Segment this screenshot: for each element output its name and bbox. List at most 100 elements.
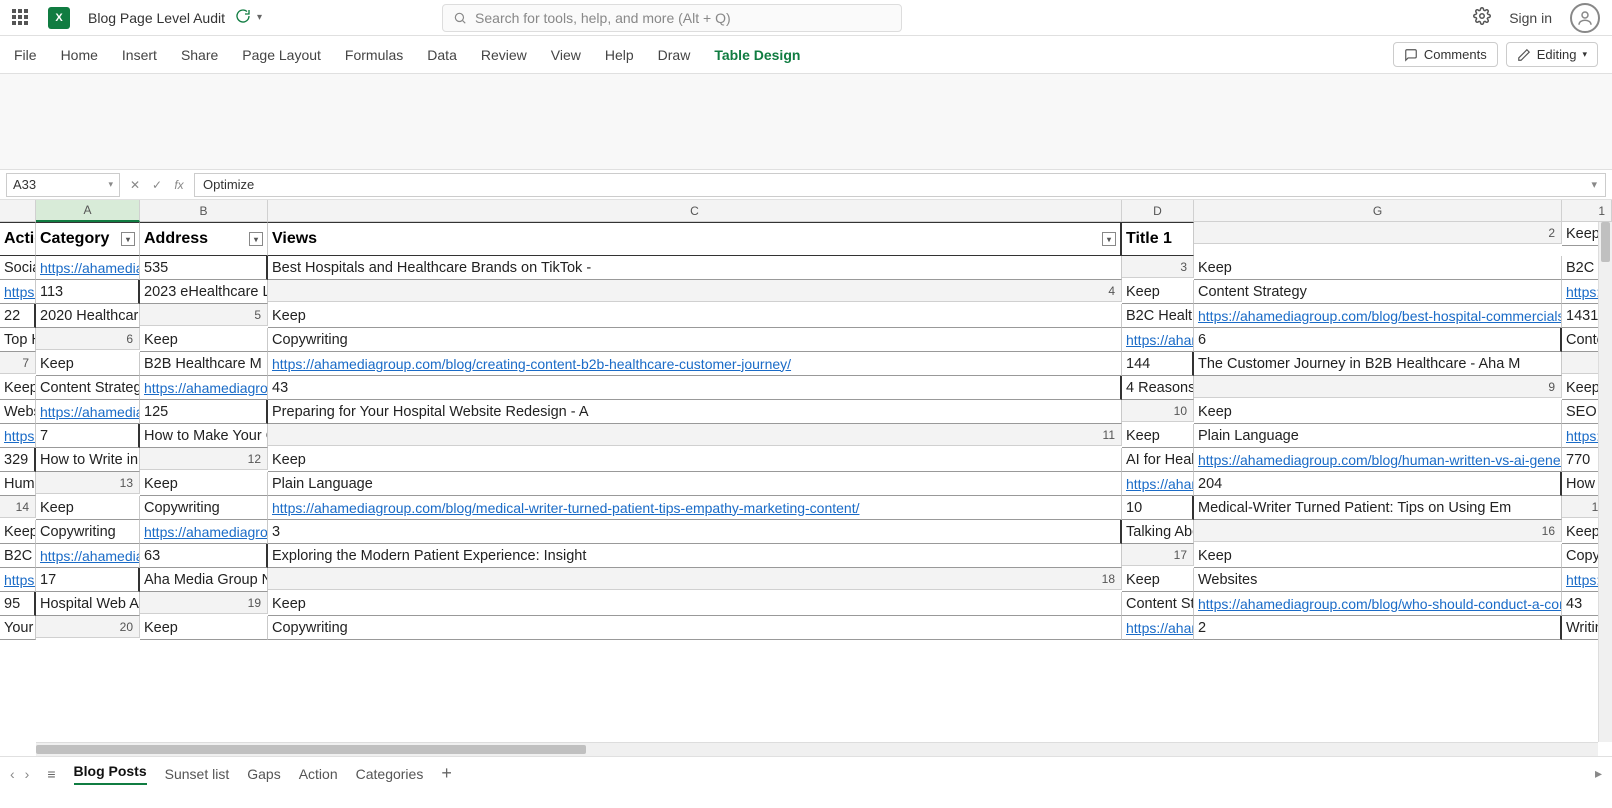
table-header[interactable]: Address▾ xyxy=(140,222,268,256)
row-header-13[interactable]: 13 xyxy=(36,472,140,494)
cell-views[interactable]: 22 xyxy=(0,304,36,328)
cancel-formula-icon[interactable]: ✕ xyxy=(126,176,144,194)
row-header-4[interactable]: 4 xyxy=(268,280,1122,302)
cell-views[interactable]: 10 xyxy=(1122,496,1194,520)
filter-dropdown-icon[interactable]: ▾ xyxy=(1102,232,1116,246)
cell-address[interactable]: https://ahamediagroup.com/blog/creating-… xyxy=(140,376,268,400)
row-header-10[interactable]: 10 xyxy=(1122,400,1194,422)
column-header-B[interactable]: B xyxy=(140,200,268,222)
cell-views[interactable]: 329 xyxy=(0,448,36,472)
add-sheet-button[interactable]: + xyxy=(441,763,452,784)
row-header-11[interactable]: 11 xyxy=(268,424,1122,446)
cell-views[interactable]: 2 xyxy=(1194,616,1562,640)
sheet-tab-blog-posts[interactable]: Blog Posts xyxy=(74,763,147,785)
sheet-nav-next-icon[interactable]: › xyxy=(25,766,30,782)
hyperlink[interactable]: https://ahamediagroup.com/blog/talking-a… xyxy=(144,524,268,540)
cell-address[interactable]: https://ahamediagroup.com/blog/importanc… xyxy=(1122,472,1194,496)
cell-title[interactable]: Preparing for Your Hospital Website Rede… xyxy=(268,400,1122,424)
cell-category[interactable]: Plain Language xyxy=(268,472,1122,496)
row-header-12[interactable]: 12 xyxy=(140,448,268,470)
cell-category[interactable]: Social Media xyxy=(0,256,36,280)
cell-action[interactable]: Keep xyxy=(1194,256,1562,280)
tab-formulas[interactable]: Formulas xyxy=(345,47,403,63)
formula-input[interactable]: Optimize ▾ xyxy=(194,173,1606,197)
cell-views[interactable]: 63 xyxy=(140,544,268,568)
cell-title[interactable]: How to Make Your Content Findable - Aha … xyxy=(140,424,268,448)
expand-formula-icon[interactable]: ▾ xyxy=(1591,178,1597,191)
cell-views[interactable]: 43 xyxy=(268,376,1122,400)
tab-share[interactable]: Share xyxy=(181,47,218,63)
cell-views[interactable]: 535 xyxy=(140,256,268,280)
cell-category[interactable]: Content Strategy xyxy=(1122,592,1194,616)
cell-address[interactable]: https://ahamediagroup.com/blog/writing-s… xyxy=(1122,616,1194,640)
cell-category[interactable]: B2C Healthcare M xyxy=(1122,304,1194,328)
row-header-19[interactable]: 19 xyxy=(140,592,268,614)
cell-action[interactable]: Keep xyxy=(140,616,268,640)
cell-category[interactable]: AI for Healthcare xyxy=(1122,448,1194,472)
table-header[interactable]: Views▾ xyxy=(268,222,1122,256)
cell-title[interactable]: Best Hospitals and Healthcare Brands on … xyxy=(268,256,1122,280)
cell-action[interactable]: Keep xyxy=(268,592,1122,616)
cell-category[interactable]: Content Strategy xyxy=(1194,280,1562,304)
accept-formula-icon[interactable]: ✓ xyxy=(148,176,166,194)
cell-views[interactable]: 144 xyxy=(1122,352,1194,376)
cell-title[interactable]: 2023 eHealthcare Leadership Awards - Aha… xyxy=(140,280,268,304)
cell-action[interactable]: Keep xyxy=(36,496,140,520)
cell-title[interactable]: The Customer Journey in B2B Healthcare -… xyxy=(1194,352,1562,376)
tab-table-design[interactable]: Table Design xyxy=(714,47,800,63)
cell-action[interactable]: Keep xyxy=(0,520,36,544)
comments-button[interactable]: Comments xyxy=(1393,42,1498,67)
cell-title[interactable]: Medical-Writer Turned Patient: Tips on U… xyxy=(1194,496,1562,520)
filter-dropdown-icon[interactable]: ▾ xyxy=(121,232,135,246)
tab-file[interactable]: File xyxy=(14,47,37,63)
row-header-7[interactable]: 7 xyxy=(0,352,36,374)
tab-insert[interactable]: Insert xyxy=(122,47,157,63)
cell-title[interactable]: Top Hospital Commercials of the Year - A… xyxy=(0,328,36,352)
hyperlink[interactable]: https://ahamediagroup.com/blog/who-shoul… xyxy=(1198,596,1562,612)
cell-title[interactable]: Human-Written vs. AI-Generated Healthcar… xyxy=(0,472,36,496)
tab-help[interactable]: Help xyxy=(605,47,634,63)
row-header-3[interactable]: 3 xyxy=(1122,256,1194,278)
sheet-tab-gaps[interactable]: Gaps xyxy=(247,766,280,782)
cell-title[interactable]: Hospital Web Analytics Tools to Know - A… xyxy=(36,592,140,616)
column-header-A[interactable]: A xyxy=(36,200,140,222)
editing-mode-button[interactable]: Editing ▾ xyxy=(1506,42,1598,67)
row-header-1[interactable]: 1 xyxy=(1562,200,1612,222)
cell-action[interactable]: Keep xyxy=(0,376,36,400)
table-header[interactable]: Title 1 xyxy=(1122,222,1194,256)
hyperlink[interactable]: https://ahamediagroup.com/blog/creating-… xyxy=(144,380,268,396)
hyperlink[interactable]: https://ahamediagroup.com/blog/content-e… xyxy=(1126,332,1194,348)
cell-category[interactable]: Copywriting xyxy=(140,496,268,520)
hyperlink[interactable]: https://ahamediagroup.com/blog/writing-s… xyxy=(1126,620,1194,636)
cell-views[interactable]: 204 xyxy=(1194,472,1562,496)
cell-action[interactable]: Keep xyxy=(140,328,268,352)
cell-address[interactable]: https://ahamediagroup.com/blog/2023-ehea… xyxy=(0,280,36,304)
name-box[interactable]: A33 ▾ xyxy=(6,173,120,197)
cell-category[interactable]: Content Strategy xyxy=(36,376,140,400)
cell-views[interactable]: 3 xyxy=(268,520,1122,544)
cell-views[interactable]: 6 xyxy=(1194,328,1562,352)
cell-address[interactable]: https://ahamediagroup.com/blog/talking-a… xyxy=(140,520,268,544)
cell-address[interactable]: https://ahamediagroup.com/blog/todays-pa… xyxy=(36,544,140,568)
row-header-6[interactable]: 6 xyxy=(36,328,140,350)
cell-address[interactable]: https://ahamediagroup.com/blog/hospital-… xyxy=(36,400,140,424)
cell-category[interactable]: B2B Healthcare M xyxy=(140,352,268,376)
cell-title[interactable]: Exploring the Modern Patient Experience:… xyxy=(268,544,1122,568)
save-status-icon[interactable] xyxy=(235,8,251,27)
cell-address[interactable]: https://ahamediagroup.com/blog/10-health… xyxy=(36,256,140,280)
hyperlink[interactable]: https://ahamediagroup.com/blog/how-to-ma… xyxy=(4,428,36,444)
cell-action[interactable]: Keep xyxy=(1194,544,1562,568)
filter-dropdown-icon[interactable]: ▾ xyxy=(249,232,263,246)
hyperlink[interactable]: https://ahamediagroup.com/blog/top-10-me… xyxy=(4,572,36,588)
cell-address[interactable]: https://ahamediagroup.com/blog/medical-w… xyxy=(268,496,1122,520)
sheet-tab-sunset-list[interactable]: Sunset list xyxy=(165,766,230,782)
cell-address[interactable]: https://ahamediagroup.com/blog/content-e… xyxy=(1122,328,1194,352)
sheet-nav-prev-icon[interactable]: ‹ xyxy=(10,766,15,782)
row-header-20[interactable]: 20 xyxy=(36,616,140,638)
search-input[interactable]: Search for tools, help, and more (Alt + … xyxy=(442,4,902,32)
cell-address[interactable]: https://ahamediagroup.com/blog/creating-… xyxy=(268,352,1122,376)
cell-action[interactable]: Keep xyxy=(1194,400,1562,424)
account-avatar[interactable] xyxy=(1570,3,1600,33)
hyperlink[interactable]: https://ahamediagroup.com/blog/10-health… xyxy=(40,260,140,276)
cell-action[interactable]: Keep xyxy=(36,352,140,376)
